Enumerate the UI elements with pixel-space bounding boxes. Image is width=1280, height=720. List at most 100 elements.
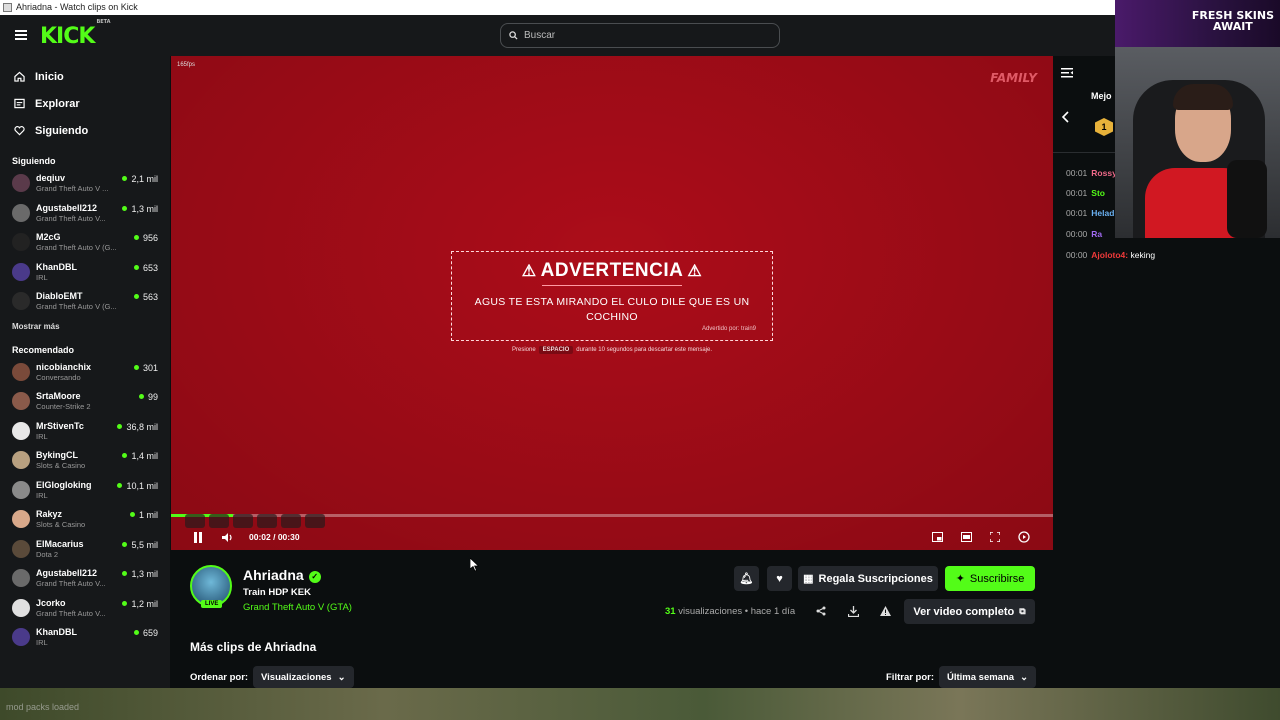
channel-category: IRL: [36, 638, 48, 647]
bell-icon: 🔔︎: [739, 573, 754, 585]
chat-timestamp: 00:01: [1066, 188, 1088, 198]
chat-username[interactable]: Ra: [1091, 229, 1102, 239]
viewer-count: 1,4 mil: [122, 451, 158, 461]
sidebar-item-inicio[interactable]: Inicio: [0, 63, 170, 90]
viewer-count: 36,8 mil: [117, 422, 158, 432]
search-icon: [509, 31, 518, 40]
channel-item[interactable]: Agustabell212 Grand Theft Auto V... 1,3 mi…: [0, 200, 170, 230]
channel-category: IRL: [36, 272, 48, 282]
heart-icon: ♥: [776, 572, 783, 585]
chat-username[interactable]: Ajoloto4:: [1091, 250, 1128, 260]
channel-item[interactable]: DiabloEMT Grand Theft Auto V (G... 563: [0, 288, 170, 318]
gift-subs-button[interactable]: ▦ Regala Suscripciones: [798, 566, 938, 591]
video-player[interactable]: 165fps FAMILY ⚠ ADVERTENCIA ⚠ AGUS TE ESTA…: [171, 56, 1053, 550]
channel-category: Grand Theft Auto V ...: [36, 184, 109, 193]
person-hair: [1173, 84, 1233, 110]
channel-avatar: [12, 510, 30, 528]
channel-category: IRL: [36, 431, 48, 441]
channel-item[interactable]: MrStivenTc IRL 36,8 mil: [0, 418, 170, 448]
viewer-count: 2,1 mil: [122, 174, 158, 184]
viewer-count: 1,2 mil: [122, 599, 158, 609]
viewer-count: 99: [139, 392, 158, 402]
views-label: visualizaciones: [678, 606, 743, 617]
fullscreen-icon[interactable]: [988, 530, 1002, 544]
microphone: [1227, 160, 1267, 238]
share-icon[interactable]: [815, 605, 827, 617]
collapse-chat-icon[interactable]: [1061, 65, 1073, 83]
streamer-name[interactable]: Ahriadna ✓: [243, 567, 321, 583]
channel-item[interactable]: ElGlogloking IRL 10,1 mil: [0, 477, 170, 507]
channel-avatar: [12, 539, 30, 558]
chat-timestamp: 00:00: [1066, 250, 1088, 260]
video-time: 00:02 / 00:30: [249, 532, 300, 542]
follow-button[interactable]: ♥: [767, 566, 792, 591]
filter-dropdown[interactable]: Última semana ⌄: [939, 666, 1037, 688]
channel-avatar: [12, 292, 30, 310]
channel-item[interactable]: nicobianchix Conversando 301: [0, 359, 170, 389]
channel-category: IRL: [36, 490, 48, 500]
channel-item[interactable]: BykingCL Slots & Casino 1,4 mil: [0, 447, 170, 477]
channel-category: Grand Theft Auto V...: [36, 213, 106, 223]
fps-counter: 165fps: [177, 62, 196, 68]
channel-item[interactable]: Jcorko Grand Theft Auto V... 1,2 mil: [0, 595, 170, 625]
warning-icon: ⚠: [687, 263, 703, 280]
channel-item[interactable]: SrtaMoore Counter-Strike 2 99: [0, 388, 170, 418]
clip-category[interactable]: Grand Theft Auto V (GTA): [243, 602, 352, 613]
channel-item[interactable]: KhanDBL IRL 659: [0, 624, 170, 654]
subscribe-button[interactable]: ✦ Suscribirse: [945, 566, 1035, 591]
chat-username[interactable]: Rossy: [1091, 168, 1117, 178]
promo-line: AWAIT: [1213, 20, 1253, 33]
miniplayer-icon[interactable]: [930, 530, 944, 544]
full-video-button[interactable]: Ver video completo ⧉: [904, 599, 1035, 624]
window-title: Ahriadna - Watch clips on Kick: [16, 2, 138, 12]
channel-avatar: [12, 569, 30, 587]
promo-banner: FRESH SKINS AWAIT: [1115, 0, 1280, 47]
channel-item[interactable]: ElMacarius Dota 2 5,5 mil: [0, 536, 170, 566]
sort-dropdown[interactable]: Visualizaciones ⌄: [253, 666, 354, 688]
channel-avatar: [12, 628, 30, 646]
warning-heading: ⚠ ADVERTENCIA ⚠: [452, 260, 772, 282]
show-more-following[interactable]: Mostrar más: [0, 322, 170, 331]
channel-avatar: [12, 262, 30, 281]
more-clips-heading: Más clips de Ahriadna: [190, 640, 317, 654]
search-input[interactable]: [524, 30, 764, 41]
warning-divider: [542, 285, 682, 286]
chat-username[interactable]: Helad: [1091, 208, 1114, 218]
channel-item[interactable]: Agustabell212 Grand Theft Auto V... 1,3 mi…: [0, 565, 170, 595]
notification-button[interactable]: 🔔︎: [734, 566, 759, 591]
verified-icon: ✓: [308, 571, 321, 583]
warning-icon: ⚠: [521, 263, 537, 280]
player-controls: 00:02 / 00:30: [171, 514, 1053, 548]
channel-category: Grand Theft Auto V (G...: [36, 302, 117, 311]
channel-avatar: [12, 174, 30, 192]
channel-item[interactable]: deqiuv Grand Theft Auto V ... 2,1 mil: [0, 170, 170, 200]
menu-icon[interactable]: [15, 30, 27, 40]
download-icon[interactable]: [847, 605, 859, 617]
channel-item[interactable]: M2cG Grand Theft Auto V (G... 956: [0, 229, 170, 259]
channel-item[interactable]: Rakyz Slots & Casino 1 mil: [0, 506, 170, 536]
chat-username[interactable]: Sto: [1091, 188, 1105, 198]
chevron-left-icon[interactable]: [1061, 110, 1069, 128]
theater-mode-icon[interactable]: [959, 530, 973, 544]
warning-title: ADVERTENCIA: [540, 260, 684, 281]
volume-button[interactable]: [221, 530, 235, 544]
pause-button[interactable]: [191, 530, 205, 544]
channel-category: Dota 2: [36, 549, 59, 559]
search-bar[interactable]: [500, 23, 780, 48]
viewer-count: 5,5 mil: [122, 540, 158, 550]
explore-icon: [13, 98, 25, 110]
settings-icon[interactable]: [1017, 530, 1031, 544]
channel-category: Slots & Casino: [36, 461, 86, 470]
channel-avatar: [12, 421, 30, 440]
sidebar-item-siguiendo[interactable]: Siguiendo: [0, 117, 170, 144]
viewer-count: 10,1 mil: [117, 481, 158, 491]
watermark-logo: FAMILY: [990, 71, 1037, 85]
channel-item[interactable]: KhanDBL IRL 653: [0, 259, 170, 289]
game-hotbar: [185, 514, 325, 528]
report-icon[interactable]: [879, 605, 891, 617]
sidebar-item-explorar[interactable]: Explorar: [0, 90, 170, 117]
chat-timestamp: 00:00: [1066, 229, 1088, 239]
viewer-count: 653: [134, 263, 158, 273]
kick-logo[interactable]: KICKBETA: [40, 19, 111, 49]
chevron-down-icon: ⌄: [1020, 671, 1029, 683]
